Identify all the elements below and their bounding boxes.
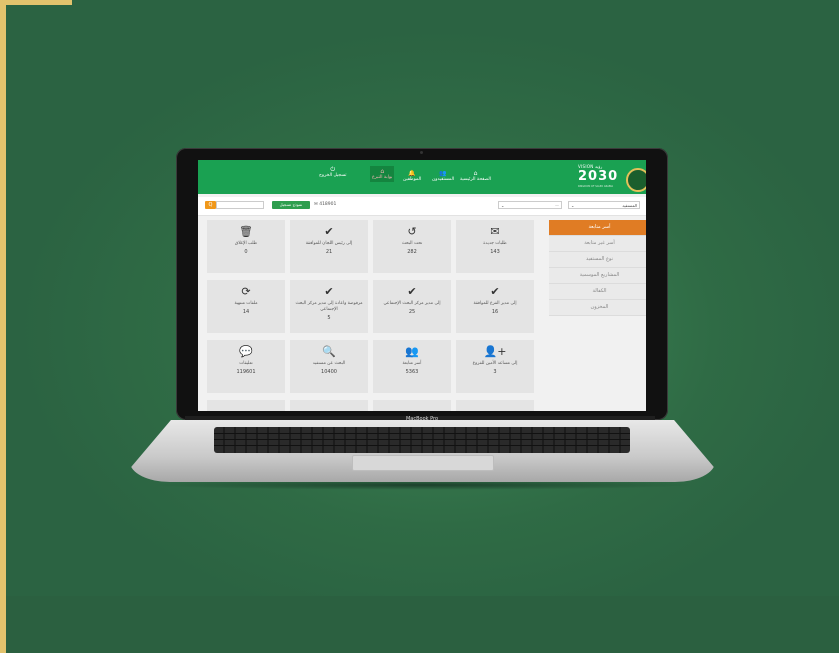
secondary-select[interactable]: ⌄ — bbox=[498, 201, 562, 209]
vision-2030-logo: 2030 bbox=[578, 169, 619, 184]
gold-left-strip bbox=[0, 0, 6, 653]
background-floor bbox=[0, 596, 839, 653]
nav-beneficiaries[interactable]: 👥 المستفيدون bbox=[432, 170, 454, 182]
tile-comments[interactable]: 💬 تعليقات 119601 bbox=[207, 340, 285, 393]
home-icon: ⌂ bbox=[473, 170, 478, 177]
gold-top-accent bbox=[0, 0, 72, 5]
register-form-button[interactable]: نموذج تسجيل bbox=[272, 201, 310, 209]
message-count: ✉ 418901 bbox=[314, 202, 337, 207]
refresh-icon: ⟳ bbox=[241, 285, 251, 298]
nav-home-label: الصفحة الرئيسية bbox=[460, 177, 492, 182]
tile-label: ملفات منتهية bbox=[234, 301, 258, 306]
tile-value: 25 bbox=[408, 309, 416, 315]
menu-item-followed-families[interactable]: أسر متابعة bbox=[549, 220, 646, 236]
donate-icon: ⌂ bbox=[380, 168, 385, 175]
tile-partial bbox=[290, 400, 368, 411]
tile-label: مرفوضة واعادة إلى مدير مركز البحث الإجتم… bbox=[295, 301, 363, 312]
tile-label: إلى مساعد الأمين للفروع bbox=[472, 361, 518, 366]
top-navigation-bar: VISION رؤية 2030 KINGDOM OF SAUDI ARABIA… bbox=[198, 160, 646, 194]
tile-value: 5 bbox=[327, 315, 331, 321]
tile-label: إلى رئيس اللجان للموافقة bbox=[305, 241, 353, 246]
tile-closure-request[interactable]: 🗑 طلب الإغلاق 0 bbox=[207, 220, 285, 273]
check-icon: ✔ bbox=[490, 285, 500, 298]
tile-value: 3 bbox=[493, 369, 497, 375]
history-icon: ↺ bbox=[407, 225, 417, 238]
tile-new-requests[interactable]: ✉ طلبات جديدة 143 bbox=[456, 220, 534, 273]
tile-value: 119601 bbox=[236, 369, 256, 375]
tile-social-research-manager[interactable]: ✔ إلى مدير مركز البحث الإجتماعي 25 bbox=[373, 280, 451, 333]
tile-label: تعليقات bbox=[239, 361, 253, 366]
tile-value: 21 bbox=[325, 249, 333, 255]
chevron-down-icon: ⌄ bbox=[571, 203, 575, 208]
nav-logout-label: تسجيل الخروج bbox=[319, 173, 347, 178]
beneficiary-select-value: المستفيد bbox=[622, 203, 637, 208]
bell-icon: 🔔 bbox=[408, 170, 416, 177]
tile-committee-head-approval[interactable]: ✔ إلى رئيس اللجان للموافقة 21 bbox=[290, 220, 368, 273]
check-icon: ✔ bbox=[407, 285, 417, 298]
side-menu: أسر متابعة أسر غير متابعة نوع المستفيد ا… bbox=[549, 220, 646, 316]
tile-value: 5363 bbox=[405, 369, 419, 375]
tile-followed-families[interactable]: 👥 أسر متابعة 5363 bbox=[373, 340, 451, 393]
check-icon: ✔ bbox=[324, 225, 334, 238]
search-icon: 🔍 bbox=[322, 345, 336, 358]
tile-value: 16 bbox=[491, 309, 499, 315]
users-icon: 👥 bbox=[439, 170, 447, 177]
tile-label: أسر متابعة bbox=[402, 361, 422, 366]
menu-item-seasonal-projects[interactable]: المشاريع الموسمية bbox=[549, 268, 646, 284]
tile-value: 0 bbox=[244, 249, 248, 255]
nav-donation-portal[interactable]: ⌂ بوابة التبرع bbox=[370, 166, 395, 182]
keyboard-row-divider bbox=[214, 445, 630, 446]
secondary-select-value: — bbox=[555, 203, 559, 208]
tile-value: 14 bbox=[242, 309, 250, 315]
nav-employees[interactable]: 🔔 الموظفين bbox=[403, 170, 421, 182]
nav-employees-label: الموظفين bbox=[403, 177, 422, 182]
tile-label: طلبات جديدة bbox=[483, 241, 507, 246]
tile-value: 143 bbox=[490, 249, 500, 255]
tile-label: تحت البحث bbox=[401, 241, 423, 246]
tile-label: البحث عن مستفيد bbox=[312, 361, 346, 366]
keyboard bbox=[214, 427, 630, 453]
laptop-screen: VISION رؤية 2030 KINGDOM OF SAUDI ARABIA… bbox=[198, 160, 646, 411]
filter-bar: Q نموذج تسجيل ✉ 418901 ⌄ — ⌄ المستفيد bbox=[198, 197, 646, 216]
vision-subtitle: KINGDOM OF SAUDI ARABIA bbox=[578, 185, 614, 188]
tile-value: 282 bbox=[407, 249, 417, 255]
menu-item-sponsorship[interactable]: الكفالة bbox=[549, 284, 646, 300]
keyboard-row-divider bbox=[214, 439, 630, 440]
charity-logo-icon bbox=[626, 168, 646, 192]
tile-branch-manager-approval[interactable]: ✔ إلى مدير الفرع للموافقة 16 bbox=[456, 280, 534, 333]
chevron-down-icon: ⌄ bbox=[501, 203, 505, 208]
tile-assistant-secretary[interactable]: 👤+ إلى مساعد الأمين للفروع 3 bbox=[456, 340, 534, 393]
tile-rejected-returned[interactable]: ✔ مرفوضة واعادة إلى مدير مركز البحث الإج… bbox=[290, 280, 368, 333]
tile-partial bbox=[207, 400, 285, 411]
trash-icon: 🗑 bbox=[239, 225, 253, 238]
nav-donation-label: بوابة التبرع bbox=[372, 175, 393, 180]
tile-partial bbox=[456, 400, 534, 411]
tile-search-beneficiary[interactable]: 🔍 البحث عن مستفيد 10400 bbox=[290, 340, 368, 393]
check-icon: ✔ bbox=[324, 285, 334, 298]
tile-label: إلى مدير مركز البحث الإجتماعي bbox=[383, 301, 441, 306]
users-icon: 👥 bbox=[405, 345, 419, 358]
tile-under-research[interactable]: ↺ تحت البحث 282 bbox=[373, 220, 451, 273]
search-input[interactable] bbox=[216, 201, 264, 209]
tile-label: طلب الإغلاق bbox=[234, 241, 258, 246]
nav-beneficiaries-label: المستفيدون bbox=[432, 177, 455, 182]
envelope-icon: ✉ bbox=[490, 225, 500, 238]
trackpad bbox=[352, 455, 494, 471]
menu-item-inventory[interactable]: المخزون bbox=[549, 300, 646, 316]
comment-icon: 💬 bbox=[239, 345, 253, 358]
menu-item-unfollowed-families[interactable]: أسر غير متابعة bbox=[549, 236, 646, 252]
nav-logout[interactable]: ⏻ تسجيل الخروج bbox=[319, 166, 346, 178]
menu-item-beneficiary-type[interactable]: نوع المستفيد bbox=[549, 252, 646, 268]
power-icon: ⏻ bbox=[330, 166, 336, 173]
tile-label: إلى مدير الفرع للموافقة bbox=[473, 301, 517, 306]
search-button[interactable]: Q bbox=[205, 201, 216, 209]
tile-partial bbox=[373, 400, 451, 411]
keyboard-row-divider bbox=[214, 433, 630, 434]
add-user-icon: 👤+ bbox=[483, 345, 507, 358]
camera-icon bbox=[420, 151, 423, 154]
tile-expired-files[interactable]: ⟳ ملفات منتهية 14 bbox=[207, 280, 285, 333]
tile-value: 10400 bbox=[321, 369, 337, 375]
nav-home[interactable]: ⌂ الصفحة الرئيسية bbox=[460, 170, 491, 182]
beneficiary-select[interactable]: ⌄ المستفيد bbox=[568, 201, 640, 209]
